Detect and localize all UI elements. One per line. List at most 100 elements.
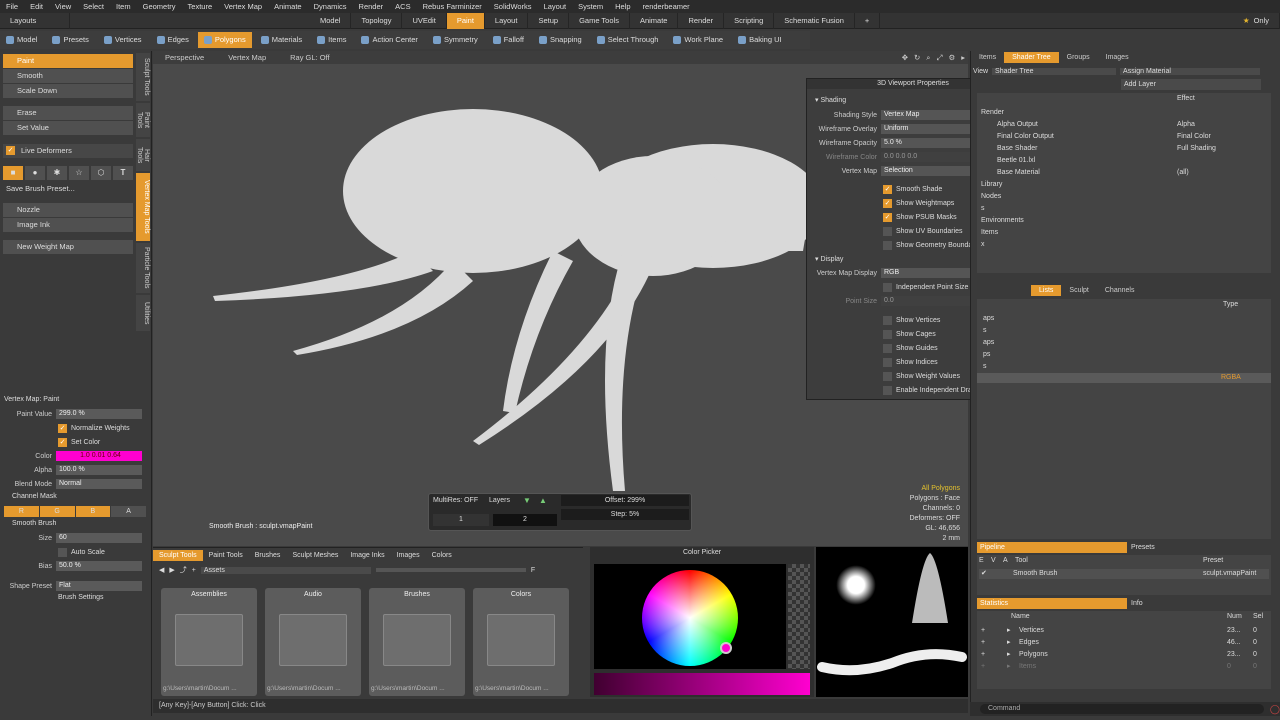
stats-row[interactable]: + ▸ Edges 46... 0 bbox=[977, 637, 1271, 649]
raygl-toggle[interactable]: Ray GL: Off bbox=[278, 51, 341, 64]
erase-tool-button[interactable]: Erase bbox=[3, 106, 133, 120]
offset-slider[interactable]: Offset: 299% bbox=[561, 495, 689, 506]
tab-images[interactable]: Images bbox=[1098, 52, 1137, 63]
command-input[interactable]: Command bbox=[980, 704, 1264, 714]
tab-lists[interactable]: Lists bbox=[1031, 285, 1062, 296]
menu-item-select[interactable]: Select bbox=[77, 0, 110, 13]
shader-row[interactable]: Beetle 01.lxl bbox=[997, 155, 1280, 167]
arrow-right-icon[interactable]: ▸ bbox=[958, 51, 968, 64]
folder-audio[interactable]: Audio g:\Users\martin\Docum ... bbox=[265, 588, 361, 696]
check-smooth-shade[interactable]: ✓ Smooth Shade bbox=[883, 183, 942, 195]
expand-icon[interactable]: + bbox=[981, 661, 985, 673]
menu-item-view[interactable]: View bbox=[49, 0, 77, 13]
shader-row[interactable]: Items bbox=[981, 227, 1280, 239]
asset-tab-colors[interactable]: Colors bbox=[426, 550, 458, 561]
channel-mask-a[interactable]: A bbox=[111, 506, 146, 517]
circle-brush-icon[interactable]: ● bbox=[25, 166, 45, 180]
list-row[interactable]: s bbox=[983, 325, 1280, 337]
record-icon[interactable]: ◯ bbox=[1270, 704, 1280, 715]
asset-tab-paint-tools[interactable]: Paint Tools bbox=[203, 550, 249, 561]
layouts-dropdown[interactable]: Layouts bbox=[0, 12, 70, 29]
vtab-hair-tools[interactable]: Hair Tools bbox=[136, 139, 150, 171]
channel-mask-r[interactable]: R bbox=[4, 506, 39, 517]
stats-row[interactable]: + ▸ Polygons 23... 0 bbox=[977, 649, 1271, 661]
statistics-tab[interactable]: Statistics bbox=[977, 598, 1127, 609]
add-layout-button[interactable]: + bbox=[855, 12, 881, 29]
rgba-row[interactable]: RGBA bbox=[977, 373, 1271, 383]
toolbar-select-through-button[interactable]: Select Through bbox=[591, 32, 665, 48]
folder-assemblies[interactable]: Assemblies g:\Users\martin\Docum ... bbox=[161, 588, 257, 696]
vtab-vertex-map-tools[interactable]: Vertex Map Tools bbox=[136, 173, 150, 241]
check-show-weight-values[interactable]: Show Weight Values bbox=[883, 370, 960, 382]
menu-item-acs[interactable]: ACS bbox=[389, 0, 416, 13]
vtab-paint-tools[interactable]: Paint Tools bbox=[136, 103, 150, 137]
tab-items[interactable]: Items bbox=[971, 52, 1004, 63]
toolbar-edges-button[interactable]: Edges bbox=[151, 32, 195, 48]
tab-scripting[interactable]: Scripting bbox=[724, 12, 775, 29]
polygon-brush-icon[interactable]: ⬡ bbox=[91, 166, 111, 180]
check-show-cages[interactable]: Show Cages bbox=[883, 328, 936, 340]
tab-setup[interactable]: Setup bbox=[528, 12, 570, 29]
toolbar-snapping-button[interactable]: Snapping bbox=[533, 32, 588, 48]
view-mode-dropdown[interactable]: Perspective bbox=[153, 51, 216, 64]
folder-colors[interactable]: Colors g:\Users\martin\Docum ... bbox=[473, 588, 569, 696]
channel-mask-b[interactable]: B bbox=[75, 506, 111, 517]
menu-item-geometry[interactable]: Geometry bbox=[137, 0, 182, 13]
shader-row[interactable]: Nodes bbox=[981, 191, 1280, 203]
color-gradient-bar[interactable] bbox=[594, 673, 810, 695]
stats-row[interactable]: + ▸ Items 0 0 bbox=[977, 661, 1271, 673]
menu-item-system[interactable]: System bbox=[572, 0, 609, 13]
asset-tab-brushes[interactable]: Brushes bbox=[249, 550, 287, 561]
display-section[interactable]: ▾ Display bbox=[815, 255, 843, 263]
normalize-row[interactable]: ✓ Normalize Weights bbox=[0, 422, 150, 434]
menu-item-solidworks[interactable]: SolidWorks bbox=[488, 0, 538, 13]
menu-item-edit[interactable]: Edit bbox=[24, 0, 49, 13]
arrow-right-icon[interactable]: ▸ bbox=[1007, 625, 1011, 637]
tab-groups[interactable]: Groups bbox=[1059, 52, 1098, 63]
maximize-icon[interactable]: ⤢ bbox=[934, 51, 946, 64]
list-row[interactable]: aps bbox=[983, 313, 1280, 325]
level-right-field[interactable]: 2 bbox=[493, 514, 557, 526]
color-handle[interactable] bbox=[720, 642, 732, 654]
tab-layout[interactable]: Layout bbox=[485, 12, 529, 29]
shader-row[interactable]: Render bbox=[981, 107, 1280, 119]
toolbar-model-button[interactable]: Model bbox=[0, 32, 43, 48]
toolbar-baking-ui-button[interactable]: Baking UI bbox=[732, 32, 788, 48]
arrow-right-icon[interactable]: ▸ bbox=[1007, 637, 1011, 649]
check-show-guides[interactable]: Show Guides bbox=[883, 342, 938, 354]
up-icon[interactable]: ⤴ bbox=[180, 565, 187, 575]
smooth-tool-button[interactable]: Smooth bbox=[3, 69, 133, 83]
live-deformers-toggle[interactable]: ✓ Live Deformers bbox=[3, 144, 133, 158]
menu-item-animate[interactable]: Animate bbox=[268, 0, 308, 13]
check-show-uv-boundaries[interactable]: Show UV Boundaries bbox=[883, 225, 963, 237]
tab-paint[interactable]: Paint bbox=[446, 12, 485, 29]
tab-render[interactable]: Render bbox=[678, 12, 725, 29]
set-color-row[interactable]: ✓ Set Color bbox=[0, 436, 150, 448]
toolbar-items-button[interactable]: Items bbox=[311, 32, 352, 48]
toolbar-symmetry-button[interactable]: Symmetry bbox=[427, 32, 484, 48]
channel-mask-g[interactable]: G bbox=[39, 506, 75, 517]
tab-animate[interactable]: Animate bbox=[630, 12, 679, 29]
check-show-psub-masks[interactable]: ✓ Show PSUB Masks bbox=[883, 211, 957, 223]
tab-schematic-fusion[interactable]: Schematic Fusion bbox=[774, 12, 855, 29]
size-field[interactable]: 60 bbox=[56, 533, 142, 543]
tab-topology[interactable]: Topology bbox=[351, 12, 403, 29]
menu-item-vertex-map[interactable]: Vertex Map bbox=[218, 0, 268, 13]
menu-item-help[interactable]: Help bbox=[609, 0, 636, 13]
menu-item-renderbeamer[interactable]: renderbeamer bbox=[637, 0, 696, 13]
add-icon[interactable]: + bbox=[192, 567, 196, 574]
menu-item-dynamics[interactable]: Dynamics bbox=[308, 0, 353, 13]
alpha-strip[interactable] bbox=[788, 564, 810, 669]
toolbar-presets-button[interactable]: Presets bbox=[46, 32, 94, 48]
shader-row[interactable]: Base Shader Full Shading bbox=[997, 143, 1280, 155]
asset-tab-images[interactable]: Images bbox=[391, 550, 426, 561]
pipeline-row[interactable]: ✔ Smooth Brush sculpt.vmapPaint bbox=[979, 569, 1269, 579]
check-show-indices[interactable]: Show Indices bbox=[883, 356, 938, 368]
tab-channels[interactable]: Channels bbox=[1097, 285, 1143, 296]
menu-item-file[interactable]: File bbox=[0, 0, 24, 13]
move-icon[interactable]: ✥ bbox=[899, 51, 911, 64]
toolbar-materials-button[interactable]: Materials bbox=[255, 32, 308, 48]
blend-mode-select[interactable]: Normal bbox=[56, 479, 142, 489]
image-ink-button[interactable]: Image Ink bbox=[3, 218, 133, 232]
toolbar-falloff-button[interactable]: Falloff bbox=[487, 32, 530, 48]
